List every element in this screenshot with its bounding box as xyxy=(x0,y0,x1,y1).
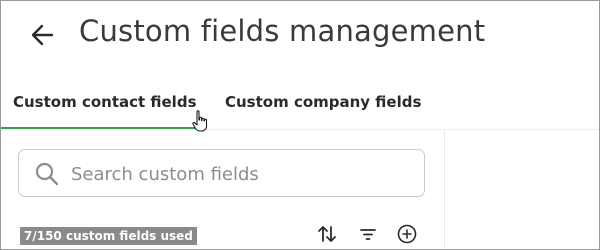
search-input[interactable] xyxy=(69,150,413,198)
fields-usage-badge: 7/150 custom fields used xyxy=(20,227,197,245)
filter-icon xyxy=(360,229,376,240)
page-header: Custom fields management xyxy=(1,1,599,69)
app-window: Custom fields management Custom contact … xyxy=(0,0,600,250)
tab-custom-company-fields[interactable]: Custom company fields xyxy=(225,81,421,128)
search-icon xyxy=(35,162,59,186)
add-field-button[interactable] xyxy=(395,222,419,246)
search-box[interactable] xyxy=(18,149,425,198)
add-circle-icon xyxy=(397,224,417,244)
page-title: Custom fields management xyxy=(79,14,486,48)
tab-custom-contact-fields[interactable]: Custom contact fields xyxy=(1,81,197,129)
sort-icon xyxy=(318,226,336,242)
filter-button[interactable] xyxy=(356,222,380,246)
tab-label: Custom contact fields xyxy=(13,93,197,111)
tab-label: Custom company fields xyxy=(225,93,422,111)
back-button[interactable] xyxy=(27,19,59,51)
arrow-left-icon xyxy=(31,24,54,46)
sort-button[interactable] xyxy=(315,222,339,246)
fields-list-panel: 7/150 custom fields used xyxy=(1,130,445,249)
tab-bar: Custom contact fields Custom company fie… xyxy=(1,81,599,130)
